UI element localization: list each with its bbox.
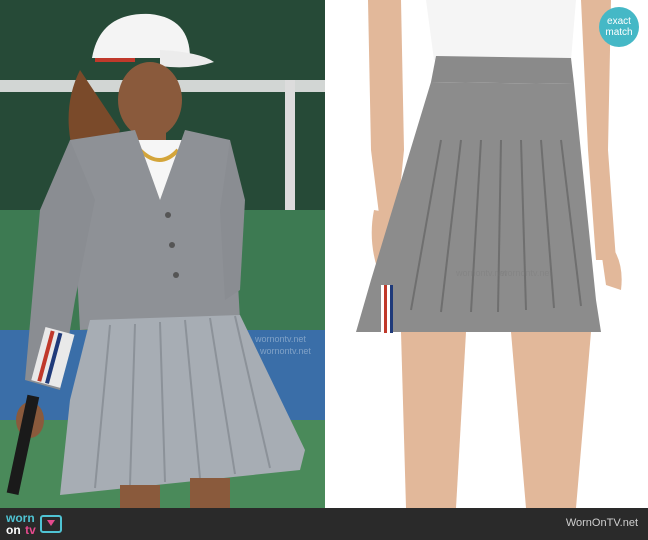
stripe-white [387,285,390,333]
logo-tv: tv [25,522,36,537]
exact-match-badge[interactable]: exact match [599,7,639,47]
watermark-left: wornontv.net [255,334,306,344]
wornontv-logo[interactable]: worn on tv [6,511,62,537]
left-photo-illustration [0,0,325,508]
leg [190,478,230,508]
tv-icon [39,515,62,533]
badge-line2: match [605,27,633,38]
face [118,62,182,138]
logo-text: worn on tv [6,512,36,537]
skirt-waistband [431,56,574,84]
footer-bar: worn on tv WornOnTV.net [0,508,648,540]
left-leg [401,332,466,508]
cardigan-button [173,272,179,278]
right-product-photo: wornontv.net wornontv.net [326,0,648,508]
watermark-right: wornontv.net [501,268,552,278]
logo-on: on [6,522,21,537]
right-photo-illustration [326,0,648,508]
footer-site-url[interactable]: WornOnTV.net [566,517,638,529]
cardigan-button [169,242,175,248]
stripe-blue [390,285,393,333]
net-post [285,80,295,210]
watermark-right: wornontv.net [456,268,507,278]
cap-stripe [95,58,135,62]
leg [120,485,160,508]
stripe-white [381,285,384,333]
white-top [426,0,576,60]
badge-line1: exact [607,16,631,27]
left-outfit-photo: wornontv.net wornontv.net [0,0,325,508]
stripe-red [384,285,387,333]
watermark-left: wornontv.net [260,346,311,356]
cardigan-button [165,212,171,218]
